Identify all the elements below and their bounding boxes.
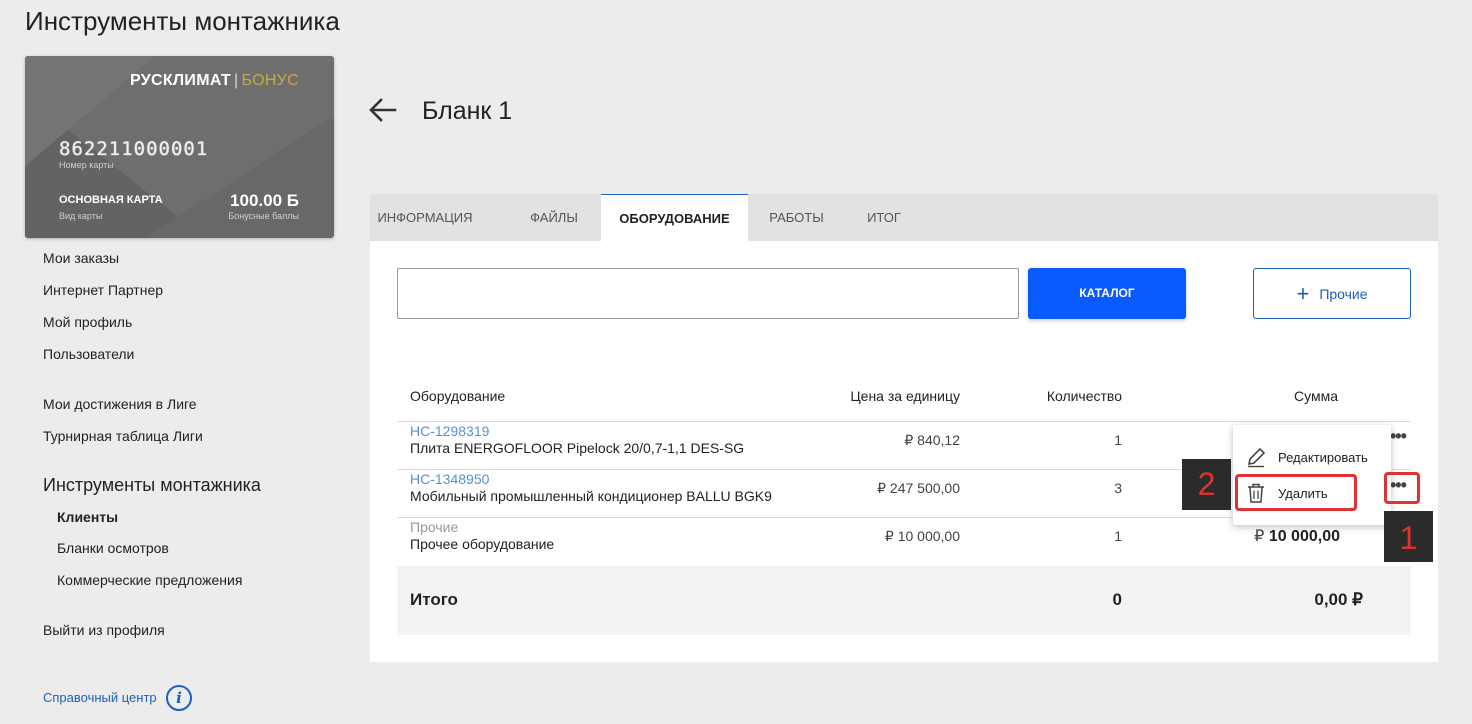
step-2-badge: 2 — [1182, 459, 1231, 510]
page-title: Инструменты монтажника — [25, 6, 340, 36]
tab-bar: ИНФОРМАЦИЯ ФАЙЛЫ ОБОРУДОВАНИЕ РАБОТЫ ИТО… — [370, 194, 1438, 241]
bonus-card: РУСКЛИМАТ | БОНУС 862211000001 Номер карты… — [25, 56, 334, 238]
edit-label: Редактировать — [1278, 450, 1368, 465]
step-1-badge: 1 — [1384, 511, 1433, 562]
sidebar-item-internet-partner[interactable]: Интернет Партнер — [43, 282, 163, 298]
card-points: 100.00 Б — [230, 191, 299, 210]
tab-works[interactable]: РАБОТЫ — [750, 194, 843, 241]
row-qty: 1 — [1114, 432, 1122, 448]
sidebar-item-tournament[interactable]: Турнирная таблица Лиги — [43, 428, 203, 444]
back-arrow-icon[interactable] — [367, 96, 399, 124]
sidebar-item-users[interactable]: Пользователи — [43, 346, 134, 362]
sidebar-item-profile[interactable]: Мой профиль — [43, 314, 132, 330]
help-center-link[interactable]: Справочный центр — [43, 690, 157, 705]
card-brand: РУСКЛИМАТ | БОНУС — [129, 72, 299, 89]
search-input[interactable] — [397, 268, 1019, 319]
sidebar-item-inspection-forms[interactable]: Бланки осмотров — [57, 540, 169, 556]
row-price: ₽ 840,12 — [904, 432, 960, 448]
column-header-equipment: Оборудование — [410, 388, 506, 404]
column-header-quantity: Количество — [1046, 388, 1122, 404]
form-title: Бланк 1 — [422, 97, 513, 125]
row-name: Прочее оборудование — [410, 536, 555, 552]
sidebar-item-clients[interactable]: Клиенты — [57, 509, 118, 525]
card-points-label: Бонусные баллы — [228, 211, 299, 221]
tab-files[interactable]: ФАЙЛЫ — [508, 194, 600, 241]
card-number-label: Номер карты — [59, 160, 114, 170]
catalog-button[interactable]: КАТАЛОГ — [1028, 268, 1186, 319]
row-name: Плита ENERGOFLOOR Pipelock 20/0,7-1,1 DE… — [410, 440, 745, 456]
total-label: Итого — [410, 590, 458, 609]
row-menu-icon[interactable]: ••• — [1390, 426, 1407, 447]
tab-total[interactable]: ИТОГ — [840, 194, 928, 241]
row-code-link[interactable]: HC-1348950 — [410, 471, 489, 487]
card-type-label: Вид карты — [59, 211, 103, 221]
column-header-unit-price: Цена за единицу — [850, 388, 960, 404]
card-number: 862211000001 — [59, 138, 209, 160]
row-sum: ₽ 10 000,00 — [1254, 528, 1340, 545]
row-qty: 1 — [1114, 528, 1122, 544]
row-code-link[interactable]: HC-1298319 — [410, 423, 489, 439]
tab-information[interactable]: ИНФОРМАЦИЯ — [370, 194, 480, 241]
row-name: Мобильный промышленный кондиционер BALLU… — [410, 488, 772, 504]
menu-highlight-box — [1384, 472, 1420, 504]
row-code: Прочие — [410, 519, 459, 535]
card-type: ОСНОВНАЯ КАРТА — [59, 194, 163, 206]
total-row: Итого 0 0,00 ₽ — [397, 566, 1411, 635]
edit-menu-item[interactable]: Редактировать — [1233, 439, 1391, 473]
plus-icon: + — [1296, 281, 1310, 306]
add-other-button[interactable]: + Прочие — [1253, 268, 1411, 319]
logout-link[interactable]: Выйти из профиля — [43, 622, 165, 638]
row-price: ₽ 10 000,00 — [884, 528, 960, 544]
pencil-icon — [1247, 447, 1266, 468]
row-price: ₽ 247 500,00 — [877, 480, 960, 496]
sidebar-item-commercial-offers[interactable]: Коммерческие предложения — [57, 572, 242, 588]
total-sum: 0,00 ₽ — [1314, 590, 1363, 609]
sidebar-item-orders[interactable]: Мои заказы — [43, 250, 119, 266]
total-qty: 0 — [1112, 590, 1122, 609]
sidebar-item-achievements[interactable]: Мои достижения в Лиге — [43, 396, 197, 412]
row-qty: 3 — [1114, 480, 1122, 496]
delete-highlight-box — [1235, 474, 1357, 511]
column-header-sum: Сумма — [1294, 388, 1338, 404]
info-icon[interactable]: i — [166, 685, 192, 711]
tab-equipment[interactable]: ОБОРУДОВАНИЕ — [601, 194, 748, 241]
header-divider — [397, 421, 1411, 422]
sidebar-section-heading[interactable]: Инструменты монтажника — [43, 475, 261, 496]
